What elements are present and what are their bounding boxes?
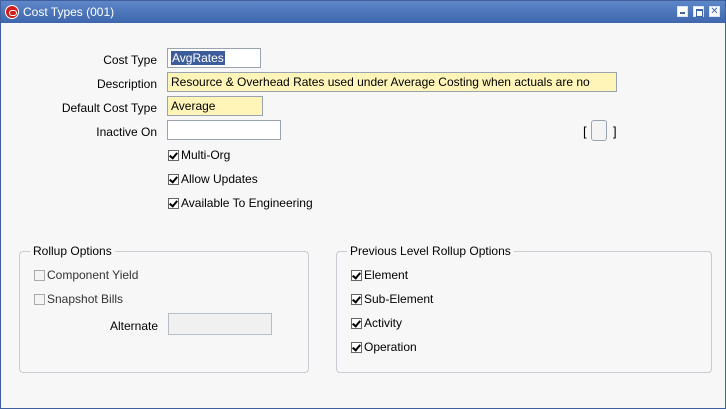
alternate-label: Alternate xyxy=(109,319,158,333)
title-bar: Cost Types (001) ✕ xyxy=(1,1,725,23)
cost-types-window: Cost Types (001) ✕ Cost Type AvgRates De… xyxy=(0,0,726,409)
checkbox-checked-icon xyxy=(351,294,362,305)
maximize-icon[interactable] xyxy=(693,6,704,17)
checkbox-unchecked-icon xyxy=(34,270,45,281)
window-title: Cost Types (001) xyxy=(23,5,115,19)
inactive-on-field[interactable] xyxy=(167,120,281,140)
inactive-on-label: Inactive On xyxy=(96,125,157,139)
operation-label: Operation xyxy=(364,340,417,354)
checkbox-checked-icon xyxy=(168,174,179,185)
allow-updates-label: Allow Updates xyxy=(181,172,258,186)
checkbox-checked-icon xyxy=(168,198,179,209)
activity-label: Activity xyxy=(364,316,403,330)
dff-close-bracket: ] xyxy=(613,124,617,139)
cost-type-field[interactable]: AvgRates xyxy=(167,48,261,68)
cost-type-value: AvgRates xyxy=(171,51,225,65)
previous-level-rollup-options-title: Previous Level Rollup Options xyxy=(347,244,514,258)
cost-type-label: Cost Type xyxy=(103,53,157,67)
snapshot-bills-label: Snapshot Bills xyxy=(47,292,124,306)
dff-open-bracket: [ xyxy=(583,124,587,139)
previous-level-rollup-options-group: Previous Level Rollup Options Element Su… xyxy=(336,244,712,373)
element-label: Element xyxy=(364,268,409,282)
minimize-icon[interactable] xyxy=(677,6,688,17)
close-icon[interactable]: ✕ xyxy=(709,6,720,17)
component-yield-label: Component Yield xyxy=(47,268,139,282)
available-to-engineering-label: Available To Engineering xyxy=(181,196,313,210)
oracle-logo-icon xyxy=(5,5,19,19)
multi-org-label: Multi-Org xyxy=(181,148,231,162)
checkbox-checked-icon xyxy=(351,270,362,281)
description-label: Description xyxy=(96,77,157,91)
default-cost-type-field[interactable]: Average xyxy=(167,96,263,116)
default-cost-type-label: Default Cost Type xyxy=(61,101,157,115)
checkbox-checked-icon xyxy=(168,150,179,161)
description-field[interactable]: Resource & Overhead Rates used under Ave… xyxy=(167,72,617,92)
rollup-options-title: Rollup Options xyxy=(30,244,115,258)
checkbox-checked-icon xyxy=(351,318,362,329)
checkbox-unchecked-icon xyxy=(34,294,45,305)
alternate-field[interactable] xyxy=(168,313,272,335)
descriptive-flexfield[interactable] xyxy=(591,120,607,141)
rollup-options-group: Rollup Options Component Yield Snapshot … xyxy=(19,244,309,373)
checkbox-checked-icon xyxy=(351,342,362,353)
sub-element-label: Sub-Element xyxy=(364,292,434,306)
